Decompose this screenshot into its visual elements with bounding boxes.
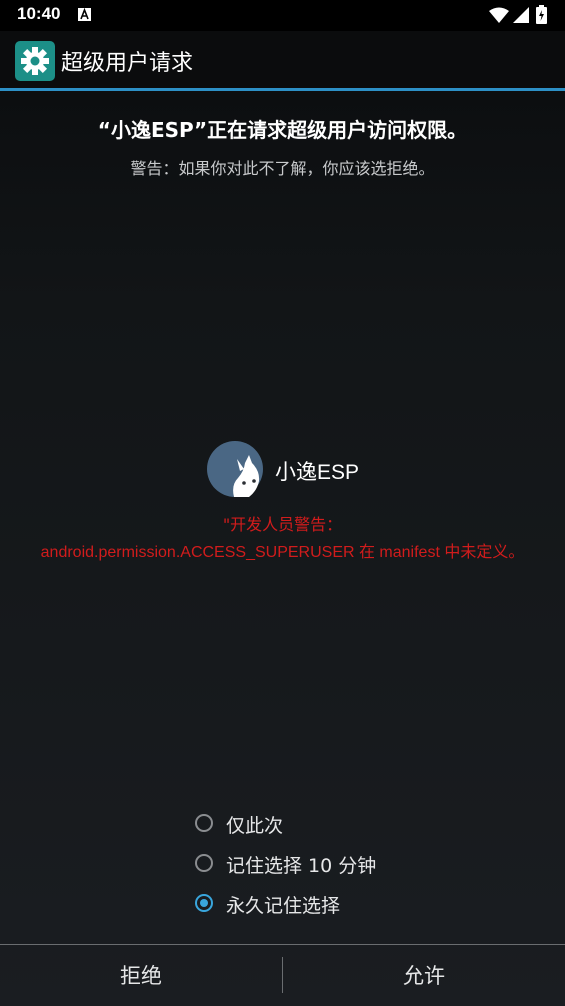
app-avatar-icon [207, 441, 263, 497]
radio-button[interactable] [195, 814, 213, 832]
radio-button[interactable] [195, 854, 213, 872]
superuser-request-screen: 10:40 超级用户请求 “小逸ESP”正在请求超级用户访问权限。 警告：如果你… [0, 0, 565, 1006]
battery-charging-icon [536, 5, 547, 24]
gear-icon [15, 41, 55, 81]
option-remember-10-min[interactable]: 记住选择 10 分钟 [193, 851, 453, 881]
developer-warning-line1: "开发人员警告： [222, 515, 343, 534]
option-once[interactable]: 仅此次 [193, 811, 453, 841]
option-label: 记住选择 10 分钟 [226, 855, 377, 877]
signal-icon [513, 7, 529, 23]
radio-button-selected[interactable] [195, 894, 213, 912]
option-remember-forever[interactable]: 永久记住选择 [193, 891, 453, 921]
option-label: 永久记住选择 [226, 895, 341, 917]
page-title: 超级用户请求 [61, 51, 194, 76]
developer-warning-line2: android.permission.ACCESS_SUPERUSER 在 ma… [40, 544, 525, 561]
app-bar: 超级用户请求 [0, 31, 565, 88]
wifi-icon [489, 7, 509, 23]
allow-button[interactable]: 允许 [283, 945, 565, 1006]
status-bar: 10:40 [0, 0, 565, 31]
app-name: 小逸ESP [275, 461, 360, 484]
request-title: “小逸ESP”正在请求超级用户访问权限。 [97, 118, 468, 142]
a-icon [78, 8, 91, 21]
request-warning: 警告：如果你对此不了解，你应该选拒绝。 [130, 159, 435, 178]
option-label: 仅此次 [226, 815, 284, 837]
status-time: 10:40 [17, 4, 61, 23]
deny-button[interactable]: 拒绝 [0, 945, 282, 1006]
app-bar-divider [0, 88, 565, 91]
